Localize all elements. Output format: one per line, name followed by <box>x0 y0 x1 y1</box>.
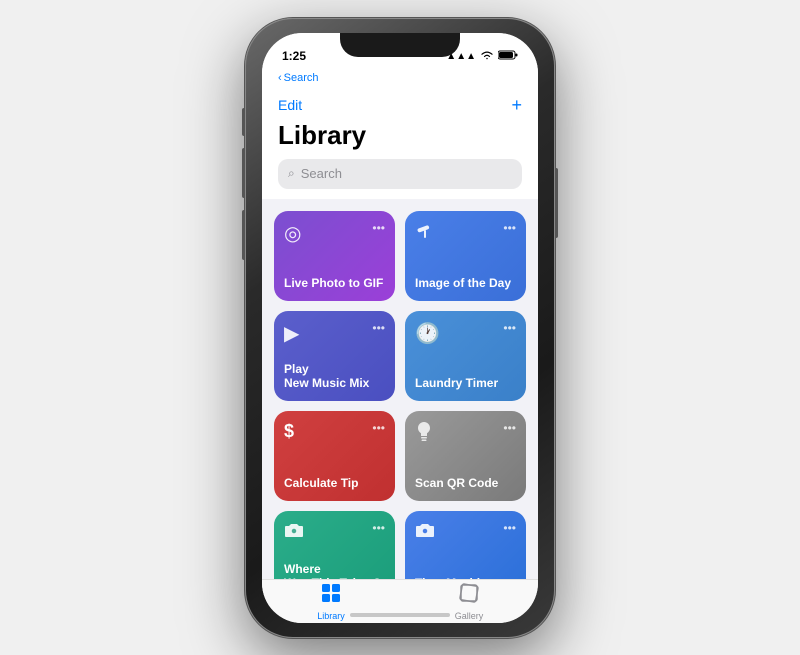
library-tab-label: Library <box>317 611 345 621</box>
card-menu-button[interactable]: ••• <box>372 521 385 535</box>
card-header: $ ••• <box>284 421 385 442</box>
status-icons: ▲▲▲ <box>446 50 518 63</box>
card-menu-button[interactable]: ••• <box>503 321 516 335</box>
chevron-left-icon: ‹ <box>278 72 282 84</box>
shortcut-where-taken[interactable]: ••• WhereWas This Taken? <box>274 511 395 579</box>
volume-down-button <box>242 210 245 260</box>
card-label: Calculate Tip <box>284 476 385 490</box>
camera-icon <box>284 521 304 544</box>
card-menu-button[interactable]: ••• <box>372 221 385 235</box>
back-label[interactable]: Search <box>284 72 319 84</box>
volume-up-button <box>242 148 245 198</box>
shortcuts-grid: ◎ ••• Live Photo to GIF •• <box>262 199 538 579</box>
card-header: ◎ ••• <box>284 221 385 246</box>
battery-icon <box>498 50 518 63</box>
card-label: PlayNew Music Mix <box>284 362 385 391</box>
status-time: 1:25 <box>282 49 306 63</box>
shortcut-calculate[interactable]: $ ••• Calculate Tip <box>274 411 395 501</box>
library-tab-icon <box>320 582 342 609</box>
shortcut-play-music[interactable]: ▶ ••• PlayNew Music Mix <box>274 311 395 401</box>
card-menu-button[interactable]: ••• <box>503 421 516 435</box>
card-label: Time Machine <box>415 576 516 578</box>
library-header: Edit + Library ⌕ Search <box>262 89 538 199</box>
mute-button <box>242 108 245 136</box>
edit-button[interactable]: Edit <box>278 97 302 113</box>
gallery-tab-label: Gallery <box>455 611 484 621</box>
power-button <box>555 168 558 238</box>
wifi-icon <box>480 50 494 63</box>
add-button[interactable]: + <box>511 95 522 116</box>
search-bar[interactable]: ⌕ Search <box>278 159 522 189</box>
card-label: Image of the Day <box>415 276 516 290</box>
header-top: Edit + <box>278 89 522 120</box>
shortcut-image-day[interactable]: ••• Image of the Day <box>405 211 526 301</box>
live-photo-icon: ◎ <box>284 221 301 246</box>
telescope-icon <box>415 221 435 247</box>
card-header: 🕐 ••• <box>415 321 516 346</box>
card-header: ••• <box>415 221 516 247</box>
phone-screen: 1:25 ▲▲▲ <box>262 33 538 623</box>
dollar-icon: $ <box>284 421 294 442</box>
card-menu-button[interactable]: ••• <box>503 221 516 235</box>
card-label: Laundry Timer <box>415 376 516 390</box>
shortcut-time-machine[interactable]: ••• Time Machine <box>405 511 526 579</box>
search-icon: ⌕ <box>288 166 295 181</box>
phone-frame: 1:25 ▲▲▲ <box>245 18 555 638</box>
shortcut-live-photo[interactable]: ◎ ••• Live Photo to GIF <box>274 211 395 301</box>
card-label: Live Photo to GIF <box>284 276 385 290</box>
home-indicator <box>350 613 450 617</box>
card-menu-button[interactable]: ••• <box>372 321 385 335</box>
card-label: WhereWas This Taken? <box>284 562 385 579</box>
card-menu-button[interactable]: ••• <box>372 421 385 435</box>
card-header: ••• <box>284 521 385 544</box>
clock-icon: 🕐 <box>415 321 440 346</box>
card-header: ▶ ••• <box>284 321 385 346</box>
back-navigation[interactable]: ‹ Search <box>262 67 538 89</box>
shortcut-scan-qr[interactable]: ••• Scan QR Code <box>405 411 526 501</box>
screen-content: Edit + Library ⌕ Search ◎ ••• Live Pho <box>262 89 538 579</box>
card-menu-button[interactable]: ••• <box>503 521 516 535</box>
card-header: ••• <box>415 421 516 449</box>
gallery-tab-icon <box>458 582 480 609</box>
notch <box>340 33 460 57</box>
play-icon: ▶ <box>284 321 299 346</box>
search-placeholder: Search <box>301 166 342 181</box>
back-arrow[interactable]: ‹ Search <box>278 72 319 84</box>
shortcut-laundry[interactable]: 🕐 ••• Laundry Timer <box>405 311 526 401</box>
camera2-icon <box>415 521 435 544</box>
card-header: ••• <box>415 521 516 544</box>
card-label: Scan QR Code <box>415 476 516 490</box>
lightbulb-icon <box>415 421 433 449</box>
page-title: Library <box>278 120 522 151</box>
